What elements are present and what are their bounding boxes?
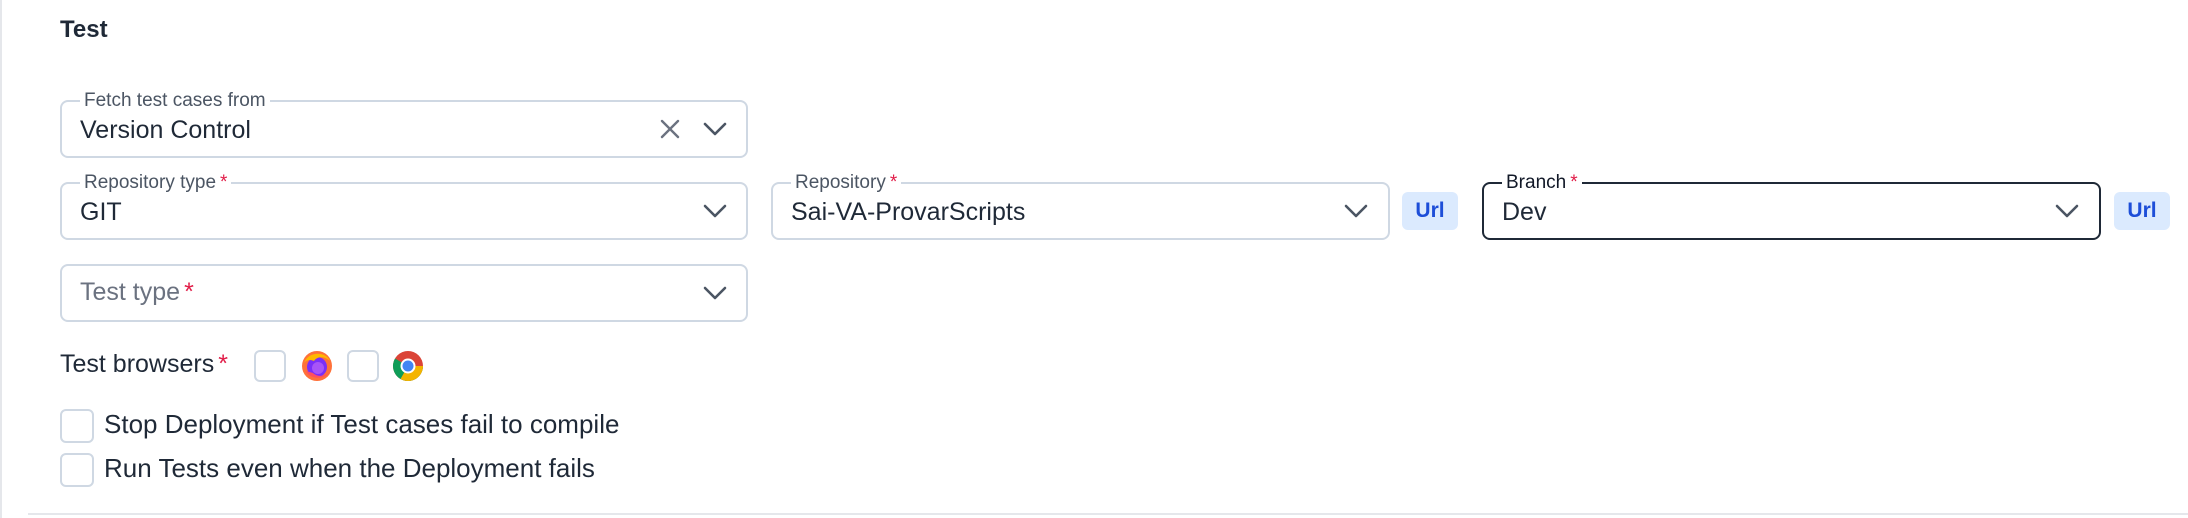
fetch-test-cases-select[interactable]: Fetch test cases from Version Control [60, 90, 748, 158]
stop-deployment-checkbox[interactable] [60, 409, 94, 443]
repository-select[interactable]: Repository * Sai-VA-ProvarScripts [771, 172, 1390, 240]
run-tests-label: Run Tests even when the Deployment fails [104, 453, 595, 483]
firefox-icon [300, 349, 334, 383]
firefox-checkbox[interactable] [254, 350, 286, 382]
run-tests-checkbox[interactable] [60, 453, 94, 487]
repository-type-value: GIT [80, 198, 122, 226]
repository-value: Sai-VA-ProvarScripts [791, 198, 1026, 226]
left-divider [0, 0, 2, 518]
test-type-placeholder: Test type * [80, 278, 194, 306]
test-browsers-label: Test browsers * [60, 350, 228, 378]
chevron-down-icon[interactable] [702, 120, 728, 138]
bottom-divider [28, 513, 2188, 515]
repository-label: Repository * [791, 172, 902, 194]
branch-select[interactable]: Branch * Dev [1482, 172, 2101, 240]
branch-label: Branch * [1502, 172, 1582, 194]
stop-deployment-label: Stop Deployment if Test cases fail to co… [104, 409, 620, 439]
chevron-down-icon[interactable] [2054, 202, 2080, 220]
repository-type-select[interactable]: Repository type * GIT [60, 172, 748, 240]
chevron-down-icon[interactable] [702, 284, 728, 302]
repository-type-label: Repository type * [80, 172, 232, 194]
chrome-icon [391, 349, 425, 383]
branch-url-button[interactable]: Url [2114, 192, 2170, 230]
branch-value: Dev [1502, 198, 1547, 226]
chevron-down-icon[interactable] [702, 202, 728, 220]
clear-icon[interactable] [658, 117, 682, 141]
test-type-select[interactable]: Test type * [60, 264, 748, 322]
chrome-checkbox[interactable] [347, 350, 379, 382]
repository-url-button[interactable]: Url [1402, 192, 1458, 230]
fetch-test-cases-value: Version Control [80, 116, 251, 144]
section-title: Test [60, 16, 108, 43]
chevron-down-icon[interactable] [1343, 202, 1369, 220]
fetch-test-cases-label: Fetch test cases from [80, 90, 270, 112]
